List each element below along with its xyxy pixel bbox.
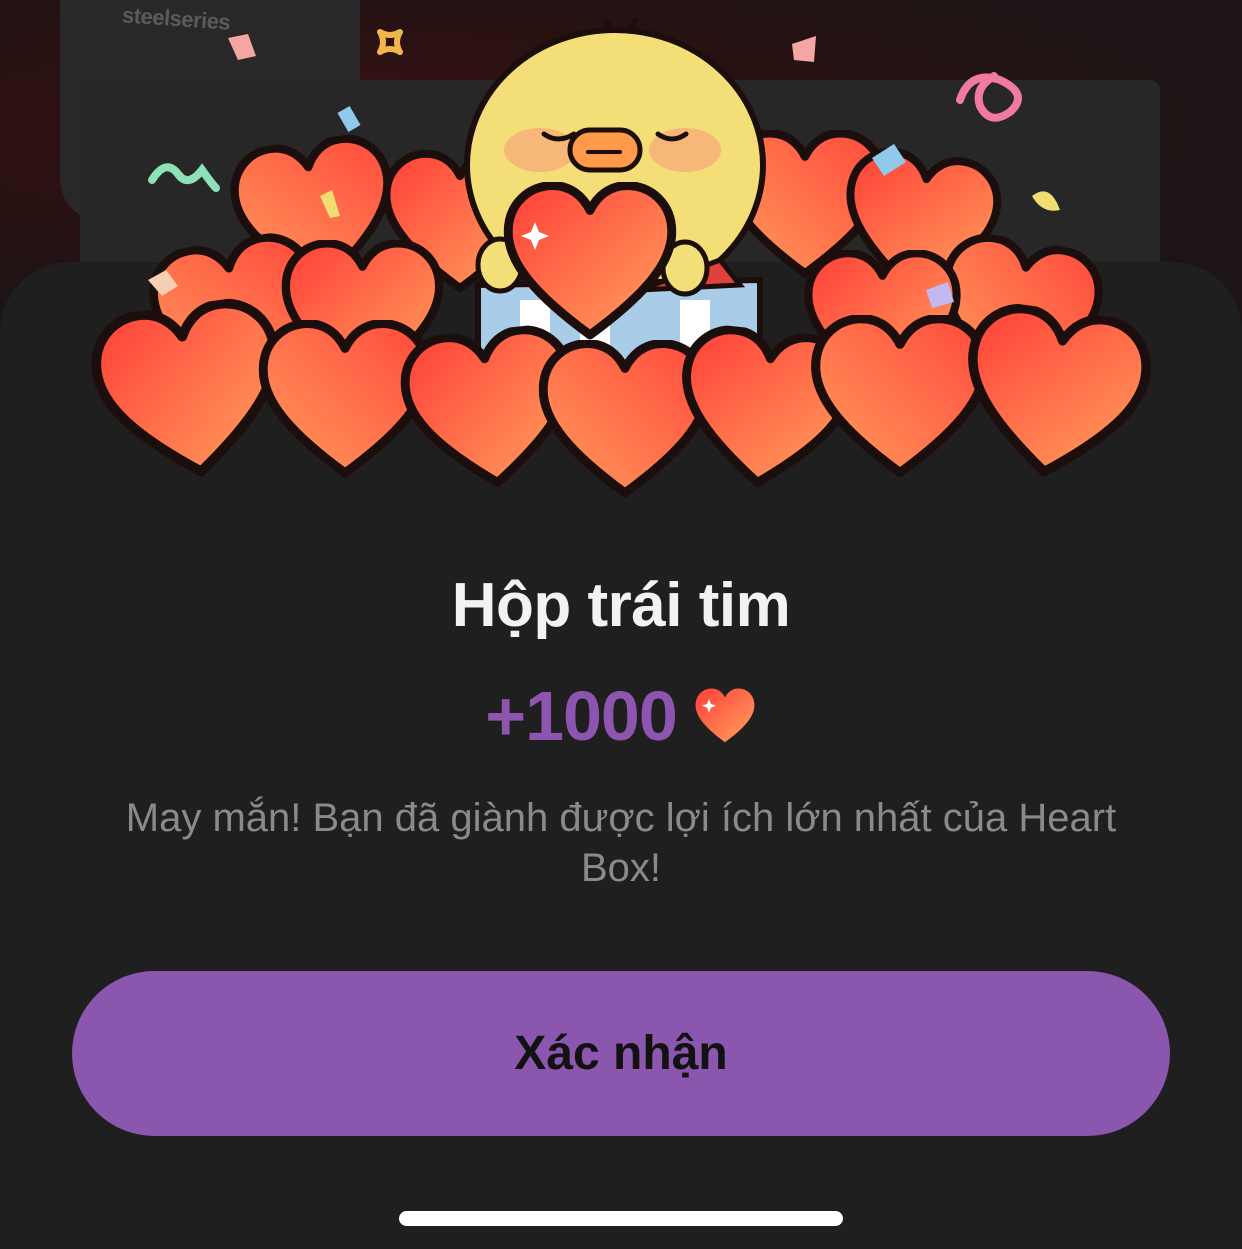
home-indicator[interactable] [399,1211,843,1226]
chick-hearts-illustration [80,17,1160,520]
confirm-button[interactable]: Xác nhận [72,971,1170,1136]
reward-amount: +1000 [485,677,678,755]
reward-message: May mắn! Bạn đã giành được lợi ích lớn n… [125,796,1117,890]
heart-box-illustration [80,0,1160,520]
heart-icon [693,687,757,745]
reward-row: +1000 [0,676,1242,756]
dialog-title: Hộp trái tim [451,571,791,640]
heart-box-reward-screen: steelseries Hộp trái tim +1000 May mắn! … [0,0,1242,1249]
